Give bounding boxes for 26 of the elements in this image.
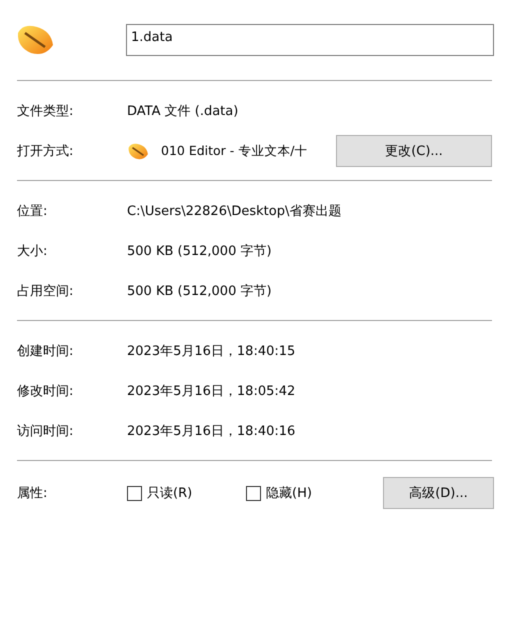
property-label: 访问时间:: [17, 423, 74, 440]
property-value: 500 KB (512,000 字节): [127, 283, 272, 300]
advanced-button[interactable]: 高级(D)...: [383, 477, 494, 509]
property-value: 010 Editor - 专业文本/十: [161, 142, 308, 160]
property-label: 大小:: [17, 243, 48, 260]
property-label: 打开方式:: [17, 143, 74, 160]
checkbox[interactable]: [246, 486, 261, 500]
property-label: 位置:: [17, 203, 48, 220]
property-label: 属性:: [17, 485, 48, 502]
property-value: 2023年5月16日，18:40:15: [127, 343, 296, 360]
property-value: DATA 文件 (.data): [127, 103, 238, 120]
checkbox-label[interactable]: 隐藏(H): [266, 484, 312, 502]
property-value: 2023年5月16日，18:40:16: [127, 423, 296, 440]
file-type-icon: [15, 23, 55, 57]
property-value: 500 KB (512,000 字节): [127, 243, 272, 260]
property-label: 创建时间:: [17, 343, 74, 360]
property-label: 占用空间:: [17, 283, 74, 300]
property-label: 文件类型:: [17, 103, 74, 120]
checkbox-label[interactable]: 只读(R): [147, 484, 192, 502]
change-button[interactable]: 更改(C)...: [336, 135, 492, 167]
property-label: 修改时间:: [17, 383, 74, 400]
property-value: 2023年5月16日，18:05:42: [127, 383, 296, 400]
property-value: C:\Users\22826\Desktop\省赛出题: [127, 203, 342, 220]
file-name-field[interactable]: 1.data: [126, 24, 494, 56]
checkbox[interactable]: [127, 486, 142, 500]
app-icon: [127, 142, 149, 160]
